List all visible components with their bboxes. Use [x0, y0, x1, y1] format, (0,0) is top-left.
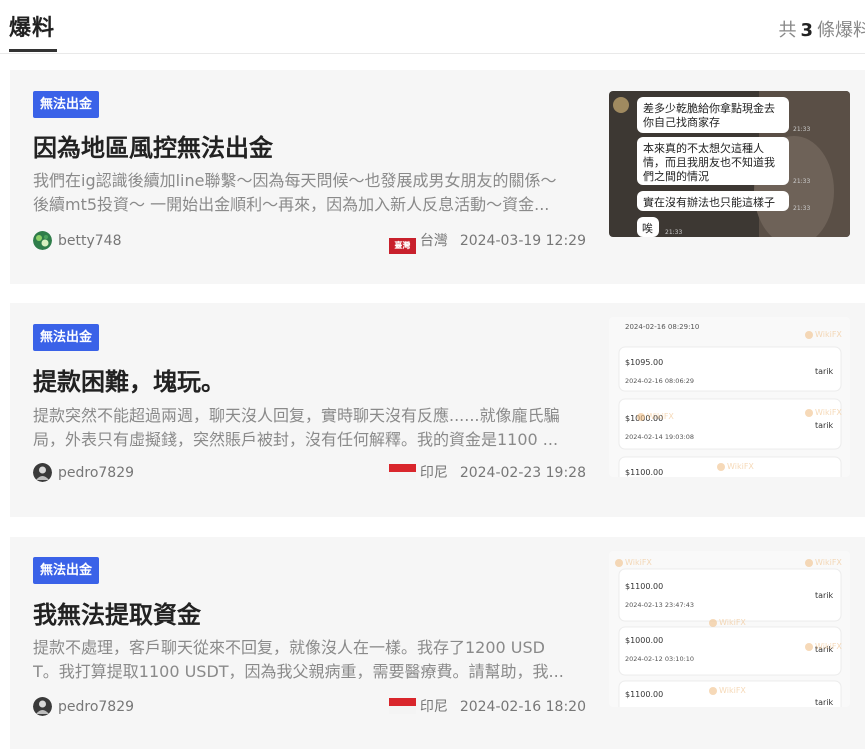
- watermark: WikiFX: [815, 408, 842, 417]
- post-excerpt-line: 局，外表只有虛擬錢，突然賬戶被封，沒有任何解釋。我的資金是1100 ...: [33, 430, 559, 449]
- indonesia-flag-icon: [388, 464, 416, 480]
- chat-message: 情，而且我朋友也不知道我: [643, 155, 775, 169]
- section-header: 爆料 共 3 條爆料: [0, 0, 865, 54]
- post-excerpt: 提款不處理，客戶聊天從來不回复，就像沒人在一樣。我存了1200 USD T。我打…: [33, 636, 588, 684]
- post-date: 2024-02-16 18:20: [459, 699, 586, 715]
- transaction-amount: $1100.00: [625, 582, 663, 591]
- chat-message: 差多少乾脆給你拿點現金去: [643, 101, 775, 115]
- username[interactable]: betty748: [58, 231, 122, 251]
- transaction-amount: $1095.00: [625, 358, 663, 367]
- transaction-date: 2024-02-16 08:29:10: [625, 323, 699, 331]
- transaction-amount: $1100.00: [625, 468, 663, 477]
- transaction-row: [618, 398, 842, 450]
- watermark: WikiFX: [625, 558, 652, 567]
- username[interactable]: pedro7829: [58, 463, 134, 483]
- chat-time: 21:33: [793, 205, 810, 212]
- post-title[interactable]: 我無法提取資金: [33, 595, 201, 630]
- chat-message: 們之間的情況: [643, 169, 709, 183]
- indonesia-flag-icon: [388, 698, 416, 714]
- category-tag[interactable]: 無法出金: [33, 557, 100, 584]
- chat-message: 唉: [642, 222, 653, 235]
- post-date: 2024-03-19 12:29: [459, 233, 586, 249]
- contact-avatar-icon: [613, 97, 629, 113]
- user-avatar[interactable]: [33, 697, 52, 716]
- transaction-date: 2024-02-13 23:47:43: [625, 601, 694, 609]
- post-meta: betty748 臺灣 台灣 2024-03-19 12:29: [33, 231, 586, 254]
- watermark: WikiFX: [815, 642, 842, 651]
- exposure-card[interactable]: 無法出金 提款困難，塊玩。 提款突然不能超過兩週，聊天沒人回复，實時聊天沒有反應…: [10, 303, 865, 517]
- transaction-date: 2024-02-12 03:10:10: [625, 655, 694, 663]
- chat-time: 21:33: [665, 229, 682, 236]
- post-meta-right: 臺灣 台灣 2024-03-19 12:29: [388, 231, 586, 254]
- transaction-name: tarik: [815, 591, 834, 600]
- withdrawal-screenshot-thumbnail[interactable]: 2024-02-16 08:29:10 $1095.00 2024-02-16 …: [609, 317, 850, 477]
- chat-message: 實在沒有辦法也只能這樣子: [643, 195, 775, 209]
- chat-time: 21:33: [793, 178, 810, 185]
- watermark: WikiFX: [719, 686, 746, 695]
- transaction-name: tarik: [815, 698, 834, 707]
- region-label: 印尼: [419, 465, 448, 481]
- post-meta-right: 印尼 2024-02-16 18:20: [388, 697, 586, 717]
- category-tag[interactable]: 無法出金: [33, 91, 100, 118]
- post-count-prefix: 共: [778, 20, 797, 41]
- post-excerpt-line: 提款突然不能超過兩週，聊天沒人回复，實時聊天沒有反應......就像龐氏騙: [33, 406, 560, 425]
- post-excerpt-line: 提款不處理，客戶聊天從來不回复，就像沒人在一樣。我存了1200 USD: [33, 638, 545, 657]
- post-count-value: 3: [800, 20, 813, 41]
- wikifx-logo-icon: [717, 463, 725, 471]
- region-label: 台灣: [419, 233, 448, 249]
- transaction-date: 2024-02-16 08:06:29: [625, 377, 694, 385]
- wikifx-logo-icon: [709, 687, 717, 695]
- wikifx-logo-icon: [805, 331, 813, 339]
- transaction-row: [618, 568, 842, 622]
- post-excerpt-line: 我們在ig認識後續加line聯繫～因為每天問候～也發展成男女朋友的關係～: [33, 171, 557, 190]
- wikifx-logo-icon: [805, 559, 813, 567]
- post-excerpt: 我們在ig認識後續加line聯繫～因為每天問候～也發展成男女朋友的關係～ 後續m…: [33, 169, 588, 217]
- watermark: WikiFX: [719, 618, 746, 627]
- post-title[interactable]: 因為地區風控無法出金: [33, 128, 273, 163]
- category-tag[interactable]: 無法出金: [33, 324, 100, 351]
- chat-message: 你自己找商家存: [643, 115, 720, 129]
- wikifx-logo-icon: [805, 409, 813, 417]
- wikifx-logo-icon: [637, 413, 645, 421]
- transaction-name: tarik: [815, 367, 834, 376]
- post-meta: pedro7829 印尼 2024-02-23 19:28: [33, 463, 586, 483]
- section-title-underline: [9, 49, 57, 52]
- post-count: 共 3 條爆料: [778, 16, 865, 42]
- section-title: 爆料: [9, 16, 56, 41]
- post-count-suffix: 條爆料: [817, 20, 865, 41]
- post-excerpt: 提款突然不能超過兩週，聊天沒人回复，實時聊天沒有反應......就像龐氏騙 局，…: [33, 404, 588, 452]
- chat-time: 21:33: [793, 126, 810, 133]
- post-excerpt-line: 後續mt5投資～ 一開始出金順利～再來，因為加入新人反息活動～資金...: [33, 195, 550, 214]
- watermark: WikiFX: [647, 412, 674, 421]
- username[interactable]: pedro7829: [58, 697, 134, 717]
- post-meta-right: 印尼 2024-02-23 19:28: [388, 463, 586, 483]
- exposure-card[interactable]: 無法出金 因為地區風控無法出金 我們在ig認識後續加line聯繫～因為每天問候～…: [10, 70, 865, 284]
- watermark: WikiFX: [815, 558, 842, 567]
- post-excerpt-line: T。我打算提取1100 USDT，因為我父親病重，需要醫療費。請幫助，我...: [33, 662, 564, 681]
- chat-screenshot-thumbnail[interactable]: 差多少乾脆給你拿點現金去 你自己找商家存 21:33 本來真的不太想欠這種人 情…: [609, 91, 850, 237]
- watermark: WikiFX: [815, 330, 842, 339]
- region-label: 印尼: [419, 699, 448, 715]
- chat-message: 本來真的不太想欠這種人: [643, 141, 764, 155]
- transaction-name: tarik: [815, 421, 834, 430]
- transaction-date: 2024-02-14 19:03:08: [625, 433, 694, 441]
- transaction-amount: $1000.00: [625, 636, 663, 645]
- post-date: 2024-02-23 19:28: [459, 465, 586, 481]
- user-avatar[interactable]: [33, 231, 52, 250]
- wikifx-logo-icon: [615, 559, 623, 567]
- withdrawal-screenshot-thumbnail[interactable]: $1100.00 2024-02-13 23:47:43 tarik $1000…: [609, 551, 850, 707]
- watermark: WikiFX: [727, 462, 754, 471]
- exposure-card[interactable]: 無法出金 我無法提取資金 提款不處理，客戶聊天從來不回复，就像沒人在一樣。我存了…: [10, 537, 865, 749]
- transaction-amount: $1100.00: [625, 690, 663, 699]
- post-meta: pedro7829 印尼 2024-02-16 18:20: [33, 697, 586, 717]
- taiwan-flag-icon: 臺灣: [388, 238, 416, 254]
- wikifx-logo-icon: [709, 619, 717, 627]
- user-avatar[interactable]: [33, 463, 52, 482]
- post-title[interactable]: 提款困難，塊玩。: [33, 362, 225, 397]
- wikifx-logo-icon: [805, 643, 813, 651]
- transaction-row: [618, 626, 842, 676]
